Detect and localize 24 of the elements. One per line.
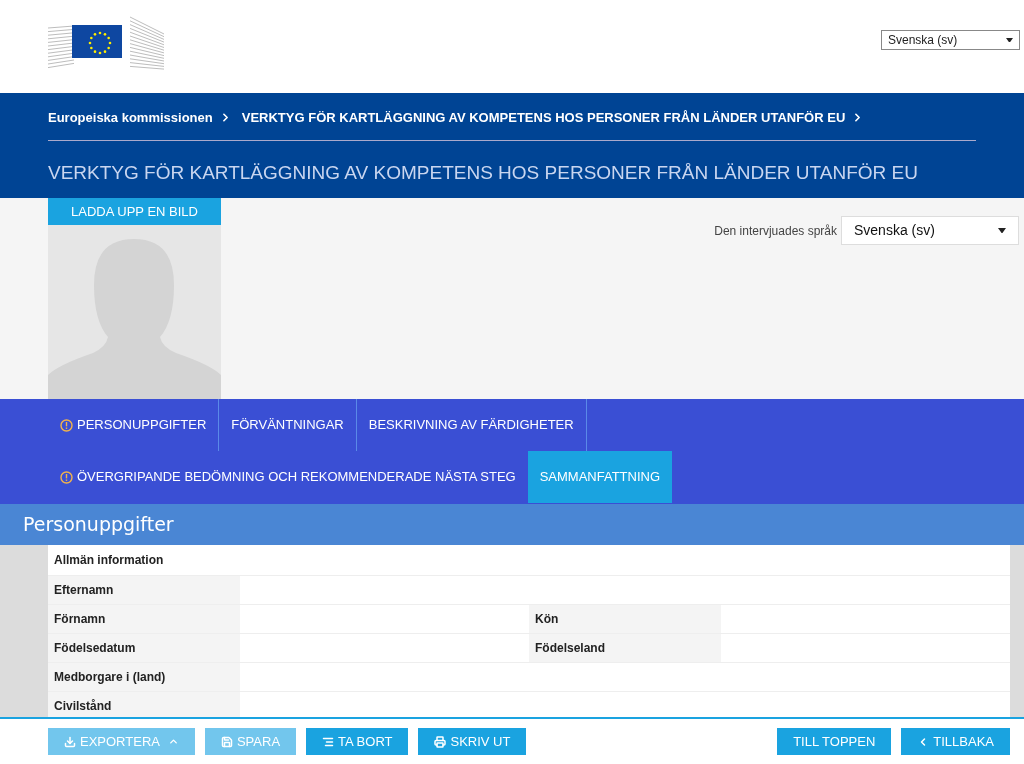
tab[interactable]: FÖRVÄNTNINGAR: [219, 399, 357, 451]
language-select[interactable]: Svenska (sv): [841, 216, 1019, 245]
table-cell: Födelsedatum: [48, 634, 240, 662]
language-select[interactable]: Svenska (sv): [881, 30, 1020, 50]
table-cell: Födelseland: [529, 634, 721, 662]
tab[interactable]: ÖVERGRIPANDE BEDÖMNING OCH REKOMMENDERADE NÄSTA STEG: [48, 451, 528, 503]
save-icon: [220, 735, 233, 748]
download-icon: [64, 735, 76, 748]
field-label: Den intervjuades språk: [714, 222, 837, 240]
dropdown-arrow-icon: [998, 227, 1006, 234]
table-cell: Förnamn: [48, 605, 240, 633]
table-cell: Kön: [529, 605, 721, 633]
table-cell: Efternamn: [48, 576, 240, 604]
breadcrumb-link[interactable]: Europeiska kommissionen: [48, 108, 213, 128]
lines-icon: [322, 735, 335, 748]
breadcrumb-link[interactable]: VERKTYG FÖR KARTLÄGGNING AV KOMPETENS HOS PERSONER FRÅN LÄNDER UTANFÖR EU: [241, 108, 846, 128]
tab[interactable]: PERSONUPPGIFTER: [48, 399, 220, 451]
table-cell: Medborgare i (land): [48, 663, 240, 691]
table-cell: Civilstånd: [48, 692, 240, 720]
printer-icon: [434, 735, 447, 748]
table-heading: Allmän information: [54, 552, 164, 569]
page-title: VERKTYG FÖR KARTLÄGGNING AV KOMPETENS HOS PERSONER FRÅN LÄNDER UTANFÖR EU: [48, 160, 919, 185]
dropdown-arrow-icon: [1006, 37, 1013, 43]
section-title: Personuppgifter: [23, 512, 174, 538]
